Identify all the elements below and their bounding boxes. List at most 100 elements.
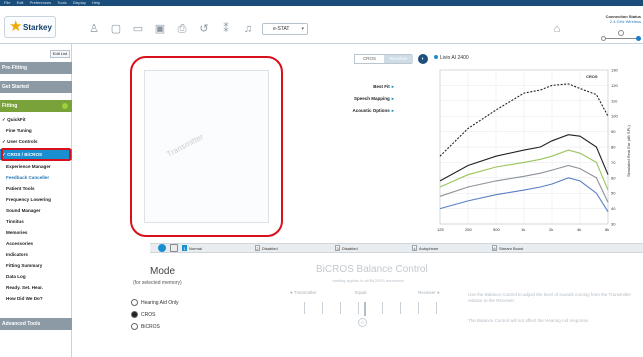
radio-button[interactable] [131,299,138,307]
arrow-right-icon: ▸ [391,96,394,101]
y-tick-label: 100 [611,114,618,119]
menu-help[interactable]: Help [92,0,100,5]
sidebar-section-advanced-tools[interactable]: Advanced Tools [0,318,72,330]
x-tick-label: 1k [521,227,525,232]
left-device-icon [601,36,606,41]
connect-device-icon[interactable]: ⌂ [550,22,564,36]
balance-slider-track[interactable] [300,302,440,316]
acoustic-options-option[interactable]: Acoustic Options ▸ [334,108,394,114]
x-tick-label: 125 [437,227,444,232]
globe-icon[interactable] [158,244,166,252]
print-icon[interactable]: ⎙ [174,22,190,36]
mode-option-cros[interactable]: CROS [131,311,155,319]
sidebar-item-fitting-summary[interactable]: Fitting Summary [0,260,72,271]
connection-subtitle: 2.4 GHz Wireless [609,19,641,24]
best-fit-option[interactable]: Best Fit ▸ [334,84,394,90]
music-icon[interactable]: ♫ [240,22,256,36]
balance-left-text: Transmitter [293,290,317,295]
memory-4-label: Autophone [419,246,439,251]
connection-status[interactable]: Connection Status 2.4 GHz Wireless [581,14,641,41]
right-device-icon [636,36,641,41]
balance-slider-handle[interactable]: 0 [358,318,367,327]
y-tick-label: 50 [611,191,616,196]
remote-icon[interactable]: ⁑ [218,22,234,36]
sidebar-item-experience-manager[interactable]: Experience Manager [0,161,72,172]
menu-display[interactable]: Display [73,0,86,5]
memory-1-item[interactable]: 1 Normal [182,245,202,252]
balance-note-2: The Balance Control will not affect the … [468,318,590,323]
ear-side-icon[interactable]: ◐ [418,54,428,64]
mode-subtitle: (for selected memory) [133,280,182,286]
wireless-icon [618,30,624,36]
memory-2-number: 2 [255,245,260,251]
memory-1-label: Normal [189,246,202,251]
mode-option-label: CROS [141,312,156,318]
sidebar-item-fine-tuning[interactable]: Fine Tuning [0,125,72,136]
edit-list-button[interactable]: Edit List [50,50,70,58]
mode-option-hearing-aid-only[interactable]: Hearing Aid Only [131,299,179,307]
menu-tools[interactable]: Tools [57,0,66,5]
save-icon[interactable]: ▣ [152,22,168,36]
sidebar-item-data-log[interactable]: Data Log [0,271,72,282]
mode-option-bicros[interactable]: BiCROS [131,323,160,331]
tab-receiver[interactable]: Receiver [384,55,413,63]
program-select[interactable]: e-STAT ▾ [262,23,308,35]
memory-3-number: 3 [335,245,340,251]
y-tick-label: 90 [611,129,616,134]
sidebar-section-fitting-label: Fitting [2,103,18,109]
sidebar-item-feedback-canceller[interactable]: Feedback Canceller [0,172,72,183]
transmitter-panel[interactable]: Transmitter [144,70,269,223]
sidebar-item-indicators[interactable]: Indicators [0,249,72,260]
balance-note-1: Use the Balance Control to adjust the le… [468,292,632,303]
undo-icon[interactable]: ↺ [196,22,212,36]
sidebar-item-sound-manager[interactable]: Sound Manager [0,205,72,216]
x-tick-label: 2k [549,227,553,232]
acoustic-options-label: Acoustic Options [352,108,390,113]
sidebar-item-memories[interactable]: Memories [0,227,72,238]
sidebar-item-how-did-we-do[interactable]: How Did We Do? [0,293,72,304]
device-model-label: Livio AI 2400 [440,55,469,61]
memory-4-item[interactable]: 4 Autophone [412,245,438,252]
radio-button-selected[interactable] [131,311,138,319]
chat-icon[interactable] [170,244,178,252]
arrow-right-icon: ▸ [391,108,394,113]
sidebar-section-get-started[interactable]: Get Started [0,81,72,93]
sidebar-section-fitting[interactable]: Fitting [0,100,72,112]
speech-mapping-option[interactable]: Speech Mapping ▸ [334,96,394,102]
y-tick-label: 60 [611,175,616,180]
response-chart: 30 40 50 60 70 80 90 100 110 120 130 125 250 500 1k 2k 4… [436,64,636,240]
x-tick-label: 8k [605,227,609,232]
sidebar-item-frequency-lowering[interactable]: Frequency Lowering [0,194,72,205]
memory-control-bar: 1 Normal 2 Disabled 3 Disabled 4 Autophone 8… [150,243,643,253]
memory-2-label: Disabled [262,246,278,251]
sidebar-section-pre-fitting[interactable]: Pre-Fitting [0,62,72,74]
star-icon: ★ [9,18,23,35]
sidebar-item-tinnitus[interactable]: Tinnitus [0,216,72,227]
best-fit-label: Best Fit [373,84,390,89]
memory-8-item[interactable]: 8 Stream Boost [492,245,523,252]
open-icon[interactable]: ▭ [130,22,146,36]
balance-left-label: ● Transmitter [290,290,317,295]
sidebar-item-patient-tools[interactable]: Patient Tools [0,183,72,194]
balance-subtitle: *setting applies to all BiCROS memories [332,278,404,283]
memory-4-number: 4 [412,245,417,251]
sidebar-item-user-controls[interactable]: ✓ User Controls [0,136,72,147]
memory-8-label: Stream Boost [499,246,524,251]
sidebar-item-quickfit[interactable]: ✓ QuickFit [0,114,72,125]
radio-button[interactable] [131,323,138,331]
menu-file[interactable]: File [4,0,10,5]
x-tick-label: 4k [577,227,581,232]
menu-edit[interactable]: Edit [17,0,24,5]
y-tick-label: 130 [611,68,618,73]
menu-preferences[interactable]: Preferences [30,0,52,5]
tab-cros[interactable]: CROS [355,55,384,63]
patient-icon[interactable]: ♙ [86,22,102,36]
memory-2-item[interactable]: 2 Disabled [255,245,278,252]
new-icon[interactable]: ▢ [108,22,124,36]
arrow-right-icon: ▸ [391,84,394,89]
y-tick-label: 80 [611,145,616,150]
sidebar-item-accessories[interactable]: Accessories [0,238,72,249]
memory-3-item[interactable]: 3 Disabled [335,245,358,252]
program-select-value: e-STAT [273,26,290,32]
sidebar-item-ready-set-hear[interactable]: Ready. Set. Hear. [0,282,72,293]
